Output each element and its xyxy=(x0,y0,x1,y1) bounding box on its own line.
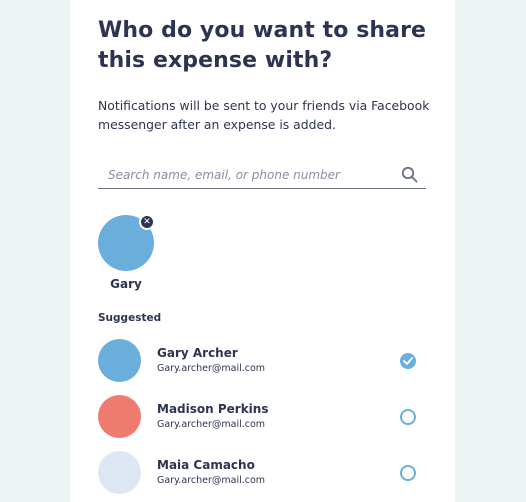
notification-description: Notifications will be sent to your frien… xyxy=(98,98,430,132)
contact-email: Gary.archer@mail.com xyxy=(157,419,266,430)
contact-row[interactable]: Gary Archer Gary.archer@mail.com xyxy=(98,339,426,383)
search-bar xyxy=(98,164,426,189)
selected-friend-avatar: ✕ xyxy=(98,214,155,271)
page-title: Who do you want to share this expense wi… xyxy=(98,18,427,73)
avatar xyxy=(98,395,141,438)
suggested-heading: Suggested xyxy=(98,312,162,324)
avatar xyxy=(98,451,141,494)
share-expense-panel: Who do you want to share this expense wi… xyxy=(70,0,455,502)
contact-name: Maia Camacho xyxy=(157,458,255,472)
contact-checkbox[interactable] xyxy=(400,465,416,481)
close-icon: ✕ xyxy=(143,217,151,227)
checkmark-icon xyxy=(403,357,413,365)
contact-name: Madison Perkins xyxy=(157,402,269,416)
remove-friend-button[interactable]: ✕ xyxy=(139,214,155,230)
contact-row[interactable]: Maia Camacho Gary.archer@mail.com xyxy=(98,451,426,495)
contact-name: Gary Archer xyxy=(157,346,238,360)
avatar xyxy=(98,339,141,382)
selected-friend: ✕ Gary xyxy=(98,214,156,291)
selected-friend-name: Gary xyxy=(110,277,142,291)
contact-checkbox[interactable] xyxy=(400,409,416,425)
contact-checkbox-checked[interactable] xyxy=(400,353,416,369)
contact-email: Gary.archer@mail.com xyxy=(157,475,266,486)
contact-email: Gary.archer@mail.com xyxy=(157,363,266,374)
contact-row[interactable]: Madison Perkins Gary.archer@mail.com xyxy=(98,395,426,439)
search-input[interactable] xyxy=(108,168,388,182)
search-icon[interactable] xyxy=(401,166,418,183)
